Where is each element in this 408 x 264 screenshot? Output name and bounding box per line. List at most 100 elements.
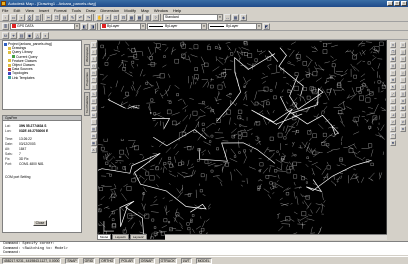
command-line[interactable]: Command: Specify corner: Command: <Switc… bbox=[0, 241, 408, 255]
stretch-icon[interactable]: ⇔ bbox=[390, 98, 396, 104]
snap-none-icon[interactable]: ∅ bbox=[400, 119, 406, 125]
map-layer-icon[interactable]: ▤ bbox=[18, 31, 25, 39]
toggle-lwt[interactable]: LWT bbox=[180, 257, 192, 264]
scale-icon[interactable]: ⤢ bbox=[390, 91, 396, 97]
toggle-osnap[interactable]: OSNAP bbox=[138, 257, 155, 264]
rectangle-icon[interactable]: ▭ bbox=[90, 70, 97, 76]
snap-midpoint-icon[interactable]: △ bbox=[400, 49, 406, 55]
design-center-icon[interactable]: ▩ bbox=[136, 13, 143, 21]
menu-format[interactable]: Format bbox=[54, 8, 67, 13]
menu-draw[interactable]: Draw bbox=[86, 8, 95, 13]
layer-previous-icon[interactable]: ◨ bbox=[89, 22, 96, 30]
zoom-realtime-icon[interactable]: ⌕ bbox=[104, 13, 111, 21]
toggle-model[interactable]: MODEL bbox=[195, 257, 212, 264]
table-style-icon[interactable]: ▦ bbox=[232, 13, 239, 21]
region-icon[interactable]: ◘ bbox=[90, 133, 97, 139]
point-icon[interactable]: · bbox=[90, 119, 97, 125]
plot-style-icon[interactable]: ◩ bbox=[263, 22, 270, 30]
copy-object-icon[interactable]: ❐ bbox=[390, 49, 396, 55]
polygon-icon[interactable]: ⬡ bbox=[90, 63, 97, 69]
erase-icon[interactable]: ✕ bbox=[390, 42, 396, 48]
osnap-settings-icon[interactable]: ⚙ bbox=[400, 126, 406, 132]
explode-icon[interactable]: ✺ bbox=[390, 140, 396, 146]
open-icon[interactable]: ▭ bbox=[10, 13, 17, 21]
menu-insert[interactable]: Insert bbox=[39, 8, 49, 13]
color-combo[interactable]: ByLayer ▾ bbox=[100, 22, 146, 30]
toggle-otrack[interactable]: OTRACK bbox=[158, 257, 177, 264]
fillet-icon[interactable]: ⌒ bbox=[390, 133, 396, 139]
map-query-icon[interactable]: ◈ bbox=[240, 13, 247, 21]
map-topology-icon[interactable]: △ bbox=[34, 31, 41, 39]
undo-icon[interactable]: ↶ bbox=[77, 13, 84, 21]
line-icon[interactable]: / bbox=[90, 42, 97, 48]
snap-node-icon[interactable]: ⊗ bbox=[400, 105, 406, 111]
print-icon[interactable]: ⎙ bbox=[26, 13, 33, 21]
tree-item[interactable]: Link Templates bbox=[4, 76, 80, 80]
gps-com-setting[interactable]: COM port Setting bbox=[3, 174, 81, 179]
toggle-grid[interactable]: GRID bbox=[82, 257, 96, 264]
spline-icon[interactable]: ∿ bbox=[90, 91, 97, 97]
toggle-snap[interactable]: SNAP bbox=[65, 257, 79, 264]
menu-help[interactable]: Help bbox=[173, 8, 181, 13]
circle-icon[interactable]: ○ bbox=[90, 84, 97, 90]
menu-edit[interactable]: Edit bbox=[13, 8, 20, 13]
menu-modify[interactable]: Modify bbox=[124, 8, 136, 13]
app-icon[interactable] bbox=[1, 1, 6, 6]
snap-quadrant-icon[interactable]: ◇ bbox=[400, 70, 406, 76]
copy-icon[interactable]: ❐ bbox=[53, 13, 60, 21]
match-properties-icon[interactable]: ✎ bbox=[69, 13, 76, 21]
maximize-button[interactable]: □ bbox=[394, 1, 400, 6]
snap-parallel-icon[interactable]: ∥ bbox=[400, 91, 406, 97]
menu-file[interactable]: File bbox=[2, 8, 8, 13]
snap-nearest-icon[interactable]: ⌖ bbox=[400, 112, 406, 118]
insert-block-icon[interactable]: ⊞ bbox=[90, 105, 97, 111]
lineweight-combo[interactable]: ByLayer ▾ bbox=[208, 22, 262, 30]
map-query-define-icon[interactable]: ⌖ bbox=[10, 31, 17, 39]
snap-center-icon[interactable]: ○ bbox=[400, 63, 406, 69]
menu-view[interactable]: View bbox=[25, 8, 34, 13]
snap-endpoint-icon[interactable]: □ bbox=[400, 42, 406, 48]
make-current-layer-icon[interactable]: ◧ bbox=[81, 22, 88, 30]
arc-icon[interactable]: ⌒ bbox=[90, 77, 97, 83]
zoom-previous-icon[interactable]: ⊟ bbox=[120, 13, 127, 21]
make-block-icon[interactable]: ⊟ bbox=[90, 112, 97, 118]
drawing-area[interactable] bbox=[97, 40, 387, 240]
tool-palettes-icon[interactable]: ▥ bbox=[144, 13, 151, 21]
paste-icon[interactable]: ▤ bbox=[61, 13, 68, 21]
minimize-button[interactable]: _ bbox=[387, 1, 393, 6]
tab-model[interactable]: Model bbox=[97, 234, 112, 240]
toggle-polar[interactable]: POLAR bbox=[119, 257, 135, 264]
pan-icon[interactable]: ✋ bbox=[96, 13, 103, 21]
layer-manager-icon[interactable]: ≣ bbox=[2, 22, 9, 30]
command-prompt[interactable]: Command: bbox=[3, 251, 408, 256]
hatch-icon[interactable]: ▨ bbox=[90, 126, 97, 132]
chamfer-icon[interactable]: ⌐ bbox=[390, 126, 396, 132]
new-icon[interactable]: ▫ bbox=[2, 13, 9, 21]
properties-icon[interactable]: ▦ bbox=[128, 13, 135, 21]
mirror-icon[interactable]: ⇋ bbox=[390, 56, 396, 62]
toggle-ortho[interactable]: ORTHO bbox=[99, 257, 116, 264]
menu-dimension[interactable]: Dimension bbox=[100, 8, 119, 13]
redo-icon[interactable]: ↷ bbox=[85, 13, 92, 21]
dim-style-icon[interactable]: ↔ bbox=[224, 13, 231, 21]
close-button[interactable]: × bbox=[401, 1, 407, 6]
cut-icon[interactable]: ✂ bbox=[45, 13, 52, 21]
offset-icon[interactable]: ⫴ bbox=[390, 63, 396, 69]
menu-tools[interactable]: Tools bbox=[72, 8, 81, 13]
extend-icon[interactable]: ⇥ bbox=[390, 112, 396, 118]
snap-tangent-icon[interactable]: ◌ bbox=[400, 77, 406, 83]
table-icon[interactable]: ▦ bbox=[90, 140, 97, 146]
map-attach-icon[interactable]: ⛁ bbox=[2, 31, 9, 39]
snap-intersection-icon[interactable]: × bbox=[400, 56, 406, 62]
mtext-icon[interactable]: A bbox=[90, 147, 97, 153]
layer-combo[interactable]: GPS DATA ▾ bbox=[10, 22, 80, 30]
array-icon[interactable]: ⁙ bbox=[390, 70, 396, 76]
map-gps-icon[interactable]: ◉ bbox=[26, 31, 33, 39]
map-theme-icon[interactable]: ◐ bbox=[42, 31, 49, 39]
tab-layout2[interactable]: Layout2 bbox=[129, 234, 147, 240]
help-icon[interactable]: ? bbox=[152, 13, 159, 21]
rotate-icon[interactable]: ↻ bbox=[390, 84, 396, 90]
move-icon[interactable]: ✥ bbox=[390, 77, 396, 83]
construction-line-icon[interactable]: ⁄ bbox=[90, 49, 97, 55]
linetype-combo[interactable]: ByLayer ▾ bbox=[147, 22, 207, 30]
